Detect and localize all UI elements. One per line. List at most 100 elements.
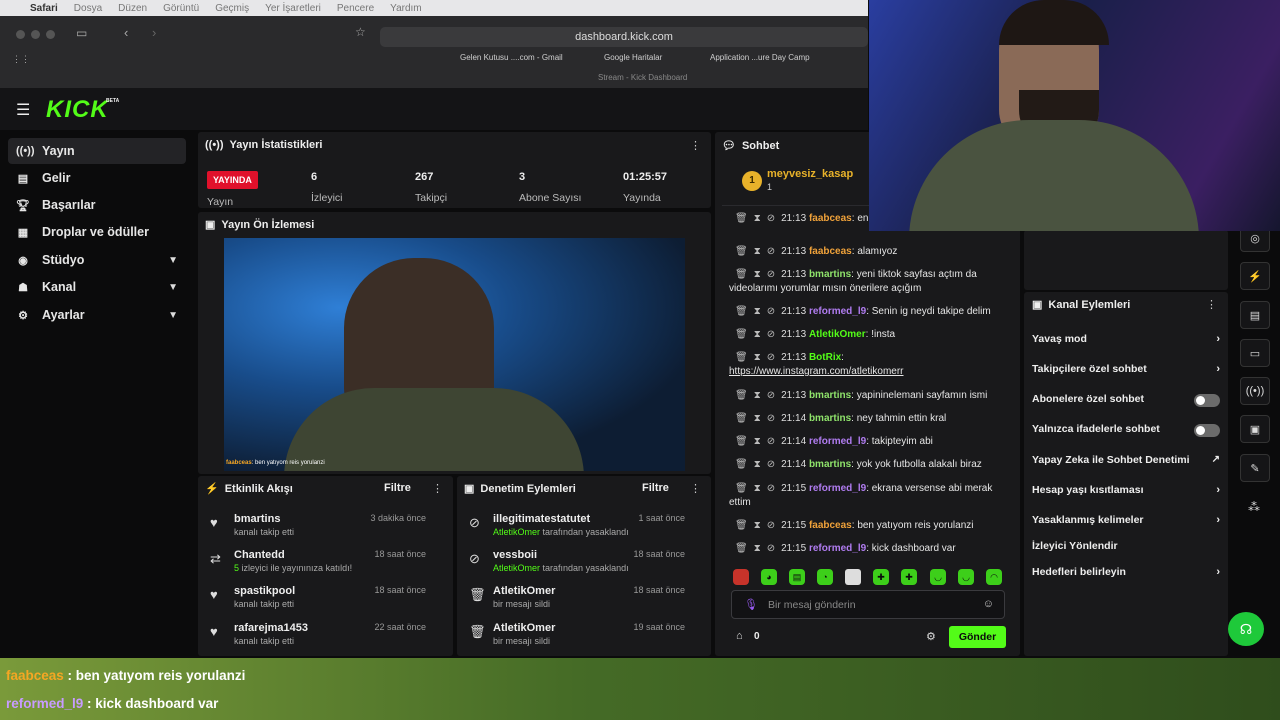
menu-yardim[interactable]: Yardım <box>390 3 422 14</box>
ban-icon[interactable]: ⊘ <box>767 306 775 317</box>
chat-settings-icon[interactable]: ⚙ <box>926 630 936 643</box>
rail-broadcast-icon[interactable]: ((•)) <box>1240 377 1270 405</box>
sidebar-item-kanal[interactable]: ☗ Kanal ▼ <box>8 274 186 300</box>
chat-message[interactable]: 🗑︎ ⧗ ⊘ 21:15 faabceas: ben yatıyom reis yor… <box>729 519 1004 533</box>
timeout-icon[interactable]: ⧗ <box>754 459 761 470</box>
emote-10[interactable]: ◠ <box>986 569 1002 585</box>
ban-icon[interactable]: ⊘ <box>767 413 775 424</box>
timeout-icon[interactable]: ⧗ <box>754 390 761 401</box>
menu-safari[interactable]: Safari <box>30 3 58 14</box>
trash-icon[interactable]: 🗑︎ <box>735 520 748 531</box>
sidebar-item-studyo[interactable]: ◉ Stüdyo ▼ <box>8 247 186 273</box>
subscribers-only-toggle[interactable] <box>1194 394 1220 407</box>
browser-tab[interactable]: Stream - Kick Dashboard <box>598 73 687 82</box>
emote-3[interactable]: ▤ <box>789 569 805 585</box>
ban-icon[interactable]: ⊘ <box>767 483 775 494</box>
mic-icon[interactable]: 🎙︎ <box>744 598 758 611</box>
activity-row[interactable]: ♥ bmartins kanalı takip etti 3 dakika önce <box>198 513 438 547</box>
back-icon[interactable]: ‹ <box>124 25 128 40</box>
timeout-icon[interactable]: ⧗ <box>754 520 761 531</box>
emoji-icon[interactable]: ☺ <box>983 598 994 610</box>
account-age-row[interactable]: Hesap yaşı kısıtlaması › <box>1032 484 1220 500</box>
emote-5[interactable] <box>845 569 861 585</box>
sidebar-item-gelir[interactable]: ▤ Gelir <box>8 165 186 191</box>
activity-row[interactable]: ⇄ Chantedd 5 izleyici ile yayınınıza katıl… <box>198 549 438 583</box>
moderation-row[interactable]: 🗑︎ AtletikOmer bir mesajı sildi 18 saat önc… <box>457 585 697 619</box>
chat-message[interactable]: 🗑︎ ⧗ ⊘ 21:14 bmartins: ney tahmin ettin kra… <box>729 412 1004 426</box>
moderation-row[interactable]: ⊘ vessboii AtletikOmer tarafından yasaklan… <box>457 549 697 583</box>
timeout-icon[interactable]: ⧗ <box>754 329 761 340</box>
sidebar-item-droplar[interactable]: ▦ Droplar ve ödüller <box>8 219 186 245</box>
timeout-icon[interactable]: ⧗ <box>754 246 761 257</box>
ban-icon[interactable]: ⊘ <box>767 520 775 531</box>
chat-input[interactable]: 🎙︎ Bir mesaj gönderin ☺ <box>731 590 1005 619</box>
trash-icon[interactable]: 🗑︎ <box>735 329 748 340</box>
menu-goruntu[interactable]: Görüntü <box>163 3 199 14</box>
activity-filter-button[interactable]: Filtre <box>384 482 411 494</box>
forward-icon[interactable]: › <box>152 25 156 40</box>
chat-message[interactable]: 🗑︎ ⧗ ⊘ 21:13 AtletikOmer: !insta <box>729 328 1004 342</box>
menu-dosya[interactable]: Dosya <box>74 3 102 14</box>
timeout-icon[interactable]: ⧗ <box>754 483 761 494</box>
menu-yer-isaretleri[interactable]: Yer İşaretleri <box>265 3 321 14</box>
trash-icon[interactable]: 🗑︎ <box>735 352 748 363</box>
trash-icon[interactable]: 🗑︎ <box>735 269 748 280</box>
emote-6[interactable]: ✚ <box>873 569 889 585</box>
rail-bolt-icon[interactable]: ⚡ <box>1240 262 1270 290</box>
slow-mode-row[interactable]: Yavaş mod › <box>1032 333 1220 349</box>
goals-row[interactable]: Hedefleri belirleyin › <box>1032 566 1220 582</box>
trash-icon[interactable]: 🗑︎ <box>735 459 748 470</box>
emote-only-toggle[interactable] <box>1194 424 1220 437</box>
sidebar-item-basarilar[interactable]: 🏆︎ Başarılar <box>8 192 186 218</box>
points-icon[interactable]: ⌂ <box>736 630 743 642</box>
timeout-icon[interactable]: ⧗ <box>754 306 761 317</box>
more-icon[interactable]: ⋮ <box>432 482 443 495</box>
rail-doc-icon[interactable]: ▤ <box>1240 301 1270 329</box>
trash-icon[interactable]: 🗑︎ <box>735 543 748 554</box>
sidebar-item-ayarlar[interactable]: ⚙ Ayarlar ▼ <box>8 302 186 328</box>
url-bar[interactable]: dashboard.kick.com <box>380 27 868 47</box>
ban-icon[interactable]: ⊘ <box>767 352 775 363</box>
timeout-icon[interactable]: ⧗ <box>754 413 761 424</box>
trash-icon[interactable]: 🗑︎ <box>735 306 748 317</box>
timeout-icon[interactable]: ⧗ <box>754 436 761 447</box>
sidebar-toggle-icon[interactable]: ▭ <box>76 26 87 40</box>
activity-row[interactable]: ♥ spastikpool kanalı takip etti 18 saat önc… <box>198 585 438 619</box>
ban-icon[interactable]: ⊘ <box>767 459 775 470</box>
stream-preview-video[interactable]: faabceas: ben yatıyom reis yorulanzi <box>224 238 685 471</box>
star-icon[interactable]: ☆ <box>355 25 366 39</box>
rail-moderation-icon[interactable]: ▣ <box>1240 415 1270 443</box>
timeout-icon[interactable]: ⧗ <box>754 213 761 224</box>
hamburger-icon[interactable]: ☰ <box>16 100 30 120</box>
ban-icon[interactable]: ⊘ <box>767 246 775 257</box>
emote-1[interactable] <box>733 569 749 585</box>
chat-message[interactable]: 🗑︎ ⧗ ⊘ 21:15 reformed_l9: ekrana versense a… <box>729 482 1004 510</box>
menu-duzen[interactable]: Düzen <box>118 3 147 14</box>
bookmark-gmail[interactable]: Gelen Kutusu ....com - Gmail <box>460 53 563 62</box>
ban-icon[interactable]: ⊘ <box>767 436 775 447</box>
support-headset-icon[interactable]: ☊ <box>1228 612 1264 646</box>
chat-message[interactable]: 🗑︎ ⧗ ⊘ 21:14 bmartins: yok yok futbolla ala… <box>729 458 1004 472</box>
window-controls[interactable] <box>16 30 55 39</box>
ban-icon[interactable]: ⊘ <box>767 213 775 224</box>
trash-icon[interactable]: 🗑︎ <box>735 213 748 224</box>
host-viewers-row[interactable]: İzleyici Yönlendir <box>1032 540 1220 556</box>
pinned-user[interactable]: meyvesiz_kasap <box>767 168 853 180</box>
menu-gecmis[interactable]: Geçmiş <box>215 3 249 14</box>
more-icon[interactable]: ⋮ <box>690 139 701 152</box>
ban-icon[interactable]: ⊘ <box>767 390 775 401</box>
emote-7[interactable]: ✚ <box>901 569 917 585</box>
chat-message[interactable]: 🗑︎ ⧗ ⊘ 21:15 reformed_l9: kick dashboard va… <box>729 542 1004 556</box>
sidebar-item-yayin[interactable]: ((•)) Yayın <box>8 138 186 164</box>
trash-icon[interactable]: 🗑︎ <box>735 436 748 447</box>
activity-row[interactable]: ♥ rafarejma1453 kanalı takip etti 22 saat ö… <box>198 622 438 656</box>
moderation-row[interactable]: 🗑︎ AtletikOmer bir mesajı sildi 19 saat önc… <box>457 622 697 656</box>
ban-icon[interactable]: ⊘ <box>767 329 775 340</box>
grid-icon[interactable]: ⋮⋮ <box>12 54 30 65</box>
menu-pencere[interactable]: Pencere <box>337 3 374 14</box>
emote-2[interactable]: ◕ <box>761 569 777 585</box>
moderation-filter-button[interactable]: Filtre <box>642 482 669 494</box>
bookmark-daycamp[interactable]: Application ...ure Day Camp <box>710 53 810 62</box>
timeout-icon[interactable]: ⧗ <box>754 269 761 280</box>
timeout-icon[interactable]: ⧗ <box>754 543 761 554</box>
